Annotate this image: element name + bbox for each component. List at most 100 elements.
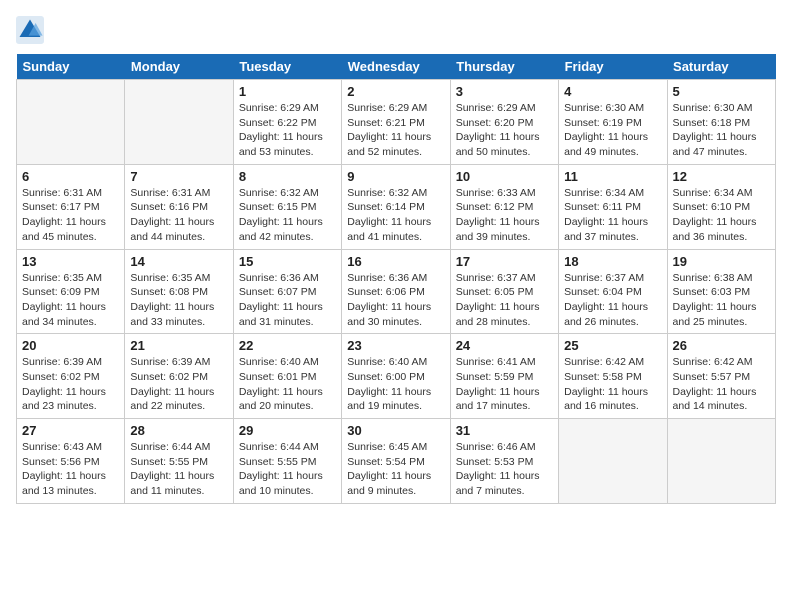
day-cell: 18Sunrise: 6:37 AMSunset: 6:04 PMDayligh… [559,249,667,334]
day-info: Sunrise: 6:34 AMSunset: 6:10 PMDaylight:… [673,186,770,245]
week-row-3: 13 Sunrise: 6:35 AMSunset: 6:09 PMDayligh… [17,249,776,334]
logo-icon [16,16,44,44]
day-number: 8 [239,169,336,184]
col-header-saturday: Saturday [667,54,775,80]
day-info: Sunrise: 6:45 AMSunset: 5:54 PMDaylight:… [347,440,444,499]
day-info: Sunrise: 6:38 AMSunset: 6:03 PMDaylight:… [673,271,770,330]
day-number: 11 [564,169,661,184]
day-cell: 24Sunrise: 6:41 AMSunset: 5:59 PMDayligh… [450,334,558,419]
col-header-tuesday: Tuesday [233,54,341,80]
col-header-friday: Friday [559,54,667,80]
day-cell: 15 Sunrise: 6:36 AMSunset: 6:07 PMDayligh… [233,249,341,334]
day-info: Sunrise: 6:32 AMSunset: 6:14 PMDaylight:… [347,186,444,245]
day-cell: 29Sunrise: 6:44 AMSunset: 5:55 PMDayligh… [233,419,341,504]
day-number: 5 [673,84,770,99]
day-cell: 9 Sunrise: 6:32 AMSunset: 6:14 PMDaylight… [342,164,450,249]
col-header-monday: Monday [125,54,233,80]
day-cell: 8Sunrise: 6:32 AMSunset: 6:15 PMDaylight… [233,164,341,249]
day-info: Sunrise: 6:29 AMSunset: 6:21 PMDaylight:… [347,101,444,160]
week-row-4: 20 Sunrise: 6:39 AMSunset: 6:02 PMDayligh… [17,334,776,419]
day-number: 25 [564,338,661,353]
day-cell: 26Sunrise: 6:42 AMSunset: 5:57 PMDayligh… [667,334,775,419]
day-info: Sunrise: 6:36 AMSunset: 6:06 PMDaylight:… [347,271,444,330]
day-number: 10 [456,169,553,184]
day-number: 18 [564,254,661,269]
day-number: 16 [347,254,444,269]
day-cell: 6Sunrise: 6:31 AMSunset: 6:17 PMDaylight… [17,164,125,249]
day-number: 9 [347,169,444,184]
day-number: 20 [22,338,119,353]
day-cell: 11 Sunrise: 6:34 AMSunset: 6:11 PMDayligh… [559,164,667,249]
col-header-thursday: Thursday [450,54,558,80]
day-cell: 2Sunrise: 6:29 AMSunset: 6:21 PMDaylight… [342,80,450,165]
day-number: 12 [673,169,770,184]
day-cell [667,419,775,504]
day-number: 30 [347,423,444,438]
day-number: 7 [130,169,227,184]
day-info: Sunrise: 6:42 AMSunset: 5:58 PMDaylight:… [564,355,661,414]
day-cell: 28 Sunrise: 6:44 AMSunset: 5:55 PMDayligh… [125,419,233,504]
day-cell: 30 Sunrise: 6:45 AMSunset: 5:54 PMDayligh… [342,419,450,504]
week-row-2: 6Sunrise: 6:31 AMSunset: 6:17 PMDaylight… [17,164,776,249]
day-cell: 10 Sunrise: 6:33 AMSunset: 6:12 PMDayligh… [450,164,558,249]
day-info: Sunrise: 6:39 AMSunset: 6:02 PMDaylight:… [22,355,119,414]
day-number: 19 [673,254,770,269]
day-info: Sunrise: 6:34 AMSunset: 6:11 PMDaylight:… [564,186,661,245]
day-info: Sunrise: 6:40 AMSunset: 6:00 PMDaylight:… [347,355,444,414]
day-info: Sunrise: 6:46 AMSunset: 5:53 PMDaylight:… [456,440,553,499]
day-number: 21 [130,338,227,353]
day-info: Sunrise: 6:39 AMSunset: 6:02 PMDaylight:… [130,355,227,414]
day-cell: 3 Sunrise: 6:29 AMSunset: 6:20 PMDaylight… [450,80,558,165]
day-number: 24 [456,338,553,353]
day-info: Sunrise: 6:40 AMSunset: 6:01 PMDaylight:… [239,355,336,414]
day-number: 1 [239,84,336,99]
day-info: Sunrise: 6:37 AMSunset: 6:05 PMDaylight:… [456,271,553,330]
day-info: Sunrise: 6:30 AMSunset: 6:19 PMDaylight:… [564,101,661,160]
week-row-5: 27 Sunrise: 6:43 AMSunset: 5:56 PMDayligh… [17,419,776,504]
day-cell: 27 Sunrise: 6:43 AMSunset: 5:56 PMDayligh… [17,419,125,504]
day-number: 4 [564,84,661,99]
day-number: 3 [456,84,553,99]
day-info: Sunrise: 6:35 AMSunset: 6:09 PMDaylight:… [22,271,119,330]
day-cell [125,80,233,165]
day-cell: 1 Sunrise: 6:29 AMSunset: 6:22 PMDaylight… [233,80,341,165]
day-number: 22 [239,338,336,353]
day-number: 13 [22,254,119,269]
day-cell [559,419,667,504]
day-cell: 20 Sunrise: 6:39 AMSunset: 6:02 PMDayligh… [17,334,125,419]
day-cell: 25 Sunrise: 6:42 AMSunset: 5:58 PMDayligh… [559,334,667,419]
day-info: Sunrise: 6:30 AMSunset: 6:18 PMDaylight:… [673,101,770,160]
day-info: Sunrise: 6:33 AMSunset: 6:12 PMDaylight:… [456,186,553,245]
page-header [16,16,776,44]
day-cell: 12 Sunrise: 6:34 AMSunset: 6:10 PMDayligh… [667,164,775,249]
day-info: Sunrise: 6:36 AMSunset: 6:07 PMDaylight:… [239,271,336,330]
day-info: Sunrise: 6:29 AMSunset: 6:22 PMDaylight:… [239,101,336,160]
day-cell: 19 Sunrise: 6:38 AMSunset: 6:03 PMDayligh… [667,249,775,334]
day-cell: 17 Sunrise: 6:37 AMSunset: 6:05 PMDayligh… [450,249,558,334]
day-cell: 22 Sunrise: 6:40 AMSunset: 6:01 PMDayligh… [233,334,341,419]
day-cell: 4 Sunrise: 6:30 AMSunset: 6:19 PMDaylight… [559,80,667,165]
day-number: 14 [130,254,227,269]
day-number: 31 [456,423,553,438]
day-cell: 13 Sunrise: 6:35 AMSunset: 6:09 PMDayligh… [17,249,125,334]
day-info: Sunrise: 6:29 AMSunset: 6:20 PMDaylight:… [456,101,553,160]
day-number: 23 [347,338,444,353]
day-number: 17 [456,254,553,269]
week-row-1: 1 Sunrise: 6:29 AMSunset: 6:22 PMDaylight… [17,80,776,165]
day-info: Sunrise: 6:44 AMSunset: 5:55 PMDaylight:… [239,440,336,499]
day-info: Sunrise: 6:43 AMSunset: 5:56 PMDaylight:… [22,440,119,499]
day-cell: 16 Sunrise: 6:36 AMSunset: 6:06 PMDayligh… [342,249,450,334]
day-cell: 7Sunrise: 6:31 AMSunset: 6:16 PMDaylight… [125,164,233,249]
day-info: Sunrise: 6:44 AMSunset: 5:55 PMDaylight:… [130,440,227,499]
day-number: 15 [239,254,336,269]
day-cell: 14 Sunrise: 6:35 AMSunset: 6:08 PMDayligh… [125,249,233,334]
day-info: Sunrise: 6:35 AMSunset: 6:08 PMDaylight:… [130,271,227,330]
day-cell: 5 Sunrise: 6:30 AMSunset: 6:18 PMDaylight… [667,80,775,165]
day-number: 27 [22,423,119,438]
day-number: 28 [130,423,227,438]
col-header-sunday: Sunday [17,54,125,80]
header-row: SundayMondayTuesdayWednesdayThursdayFrid… [17,54,776,80]
day-number: 26 [673,338,770,353]
calendar-table: SundayMondayTuesdayWednesdayThursdayFrid… [16,54,776,504]
col-header-wednesday: Wednesday [342,54,450,80]
